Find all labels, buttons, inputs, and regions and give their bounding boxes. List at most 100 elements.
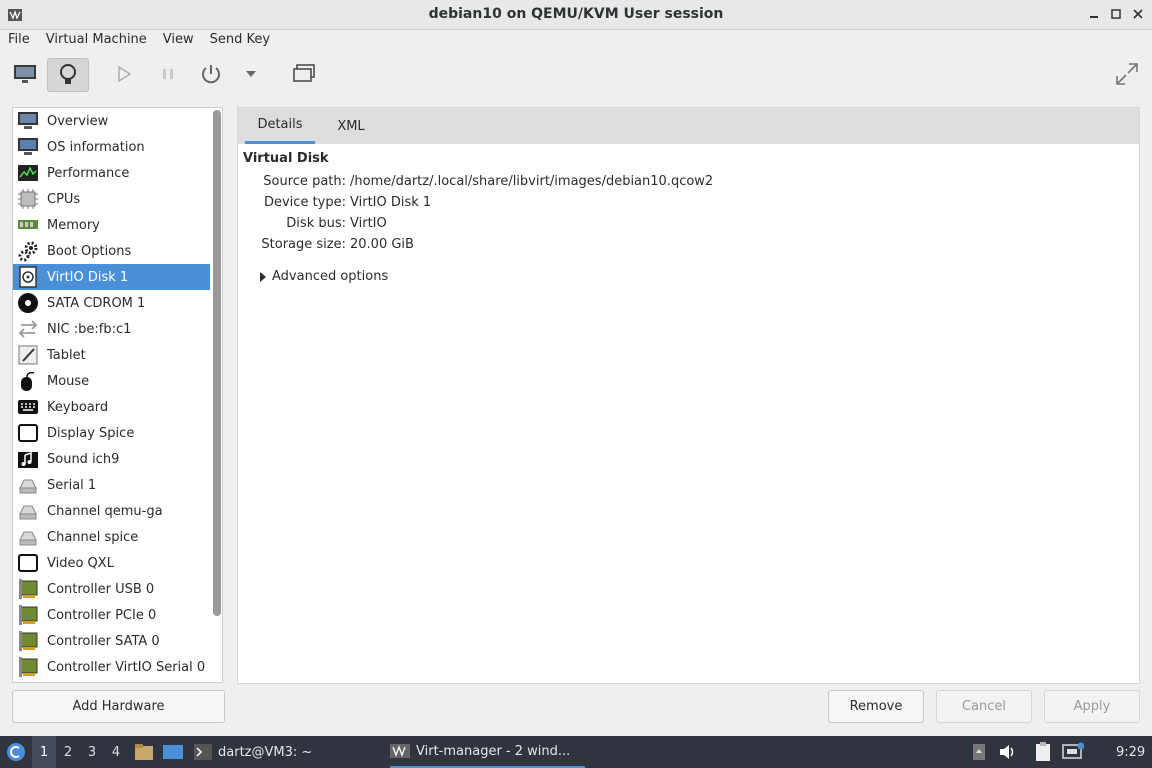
cancel-button[interactable]: Cancel	[936, 690, 1032, 723]
expander-arrow-icon	[260, 271, 266, 282]
hw-item-label: Overview	[47, 113, 109, 129]
removable-media-tray[interactable]	[972, 736, 986, 768]
window-title: debian10 on QEMU/KVM User session	[428, 6, 724, 22]
details-panel: Details XML Virtual Disk Source path: /h…	[237, 107, 1140, 684]
hw-item-controller-sata-0[interactable]: Controller SATA 0	[13, 628, 210, 654]
device-type-row: Device type: VirtIO Disk 1	[238, 195, 938, 215]
cpu-chip-icon	[17, 188, 39, 210]
cdrom-icon	[17, 292, 39, 314]
hw-item-tablet[interactable]: Tablet	[13, 342, 210, 368]
controller-card-icon	[17, 630, 39, 652]
hw-item-overview[interactable]: Overview	[13, 108, 210, 134]
window-titlebar: debian10 on QEMU/KVM User session	[0, 0, 1152, 30]
folder-icon	[135, 744, 153, 760]
shutdown-menu-button[interactable]	[236, 58, 266, 90]
controller-card-icon	[17, 578, 39, 600]
menu-send-key[interactable]: Send Key	[202, 30, 278, 52]
hw-item-controller-pcie-0[interactable]: Controller PCIe 0	[13, 602, 210, 628]
hw-item-mouse[interactable]: Mouse	[13, 368, 210, 394]
shutdown-button[interactable]	[196, 58, 226, 90]
hw-item-memory[interactable]: Memory	[13, 212, 210, 238]
controller-card-icon	[17, 604, 39, 626]
tab-details[interactable]: Details	[245, 108, 315, 144]
clipboard-icon	[1036, 742, 1050, 761]
fullscreen-icon	[1116, 63, 1138, 85]
hw-item-virtio-disk-1[interactable]: VirtIO Disk 1	[13, 264, 210, 290]
hw-item-serial-1[interactable]: Serial 1	[13, 472, 210, 498]
minimize-icon[interactable]	[1086, 6, 1102, 22]
taskbar: 1 2 3 4 dartz@VM3: ~ Virt-manager - 2 wi…	[0, 736, 1152, 768]
hw-item-controller-usb-0[interactable]: Controller USB 0	[13, 576, 210, 602]
lightbulb-icon	[60, 64, 76, 84]
terminal-task[interactable]: dartz@VM3: ~	[194, 736, 374, 768]
details-view-button[interactable]	[47, 58, 89, 92]
snapshots-icon	[293, 64, 315, 82]
hw-item-performance[interactable]: Performance	[13, 160, 210, 186]
terminal-task-label: dartz@VM3: ~	[218, 744, 313, 760]
hw-item-keyboard[interactable]: Keyboard	[13, 394, 210, 420]
hw-item-label: Controller PCIe 0	[47, 607, 157, 623]
menu-view[interactable]: View	[155, 30, 202, 52]
desktop-launcher[interactable]	[162, 736, 184, 768]
hardware-list-scrollbar[interactable]	[213, 110, 221, 616]
hw-item-channel-spice[interactable]: Channel spice	[13, 524, 210, 550]
close-icon[interactable]	[1130, 6, 1146, 22]
clipboard-tray[interactable]	[1034, 736, 1052, 768]
hw-item-video-qxl[interactable]: Video QXL	[13, 550, 210, 576]
menu-file[interactable]: File	[0, 30, 38, 52]
source-path-value: /home/dartz/.local/share/libvirt/images/…	[350, 174, 714, 189]
hw-item-boot-options[interactable]: Boot Options	[13, 238, 210, 264]
terminal-icon	[194, 744, 212, 760]
advanced-options-label: Advanced options	[272, 269, 389, 284]
workspace-4[interactable]: 4	[104, 736, 128, 768]
hw-item-cpus[interactable]: CPUs	[13, 186, 210, 212]
hw-item-channel-qemu-ga[interactable]: Channel qemu-ga	[13, 498, 210, 524]
hw-item-sound-ich9[interactable]: Sound ich9	[13, 446, 210, 472]
mouse-icon	[17, 370, 39, 392]
hw-item-label: NIC :be:fb:c1	[47, 321, 132, 337]
workspace-1[interactable]: 1	[32, 736, 56, 768]
hardware-list: Overview OS information Performance CPUs…	[12, 107, 223, 683]
snapshots-button[interactable]	[289, 58, 319, 90]
tab-bar: Details XML	[238, 108, 1139, 144]
workspace-3[interactable]: 3	[80, 736, 104, 768]
storage-size-label: Storage size:	[261, 237, 346, 252]
maximize-icon[interactable]	[1108, 6, 1124, 22]
hw-item-nic[interactable]: NIC :be:fb:c1	[13, 316, 210, 342]
hw-item-sata-cdrom-1[interactable]: SATA CDROM 1	[13, 290, 210, 316]
menu-virtual-machine[interactable]: Virtual Machine	[38, 30, 155, 52]
keyboard-icon	[17, 396, 39, 418]
fullscreen-button[interactable]	[1112, 58, 1142, 90]
chevron-down-icon	[246, 71, 256, 77]
tab-xml[interactable]: XML	[323, 108, 379, 144]
hw-item-label: Keyboard	[47, 399, 109, 415]
virt-manager-task-label: Virt-manager - 2 wind...	[416, 743, 571, 759]
remove-button[interactable]: Remove	[828, 690, 924, 723]
advanced-options-expander[interactable]: Advanced options	[260, 269, 388, 284]
hw-item-label: Video QXL	[47, 555, 114, 571]
console-view-button[interactable]	[10, 58, 40, 90]
menu-bar: File Virtual Machine View Send Key	[0, 30, 1152, 52]
hw-item-label: Sound ich9	[47, 451, 120, 467]
apply-button[interactable]: Apply	[1044, 690, 1140, 723]
source-path-label: Source path:	[263, 174, 346, 189]
pause-button[interactable]	[153, 58, 183, 90]
toolbar	[0, 54, 1152, 94]
disk-bus-row: Disk bus: VirtIO	[238, 216, 938, 236]
network-tray[interactable]	[1062, 736, 1084, 768]
hw-item-os-information[interactable]: OS information	[13, 134, 210, 160]
file-manager-launcher[interactable]	[134, 736, 154, 768]
hw-item-label: Display Spice	[47, 425, 135, 441]
virt-manager-task[interactable]: Virt-manager - 2 wind...	[390, 736, 585, 768]
channel-icon	[17, 500, 39, 522]
hw-item-controller-virtio-serial-0[interactable]: Controller VirtIO Serial 0	[13, 654, 210, 680]
hw-item-display-spice[interactable]: Display Spice	[13, 420, 210, 446]
hw-item-label: Mouse	[47, 373, 90, 389]
hw-item-label: Tablet	[47, 347, 86, 363]
start-menu-button[interactable]	[4, 736, 28, 768]
volume-tray[interactable]	[998, 736, 1018, 768]
run-button[interactable]	[109, 58, 139, 90]
workspace-2[interactable]: 2	[56, 736, 80, 768]
monitor-icon	[17, 110, 39, 132]
add-hardware-button[interactable]: Add Hardware	[12, 690, 225, 723]
